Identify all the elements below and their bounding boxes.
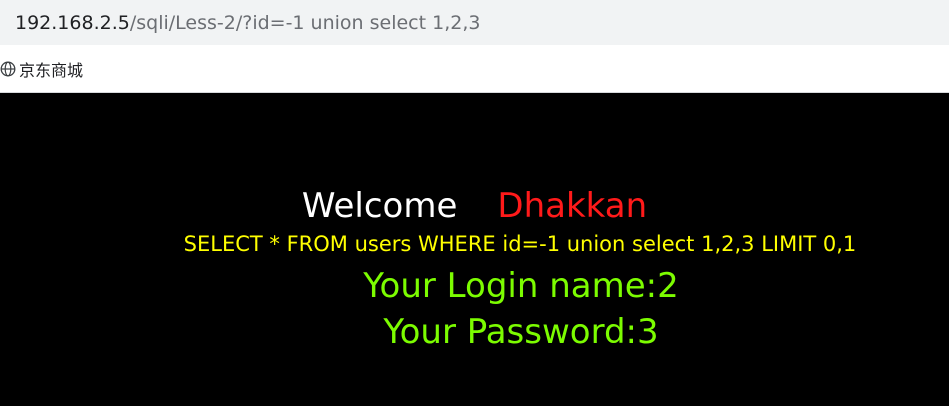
- url-path: /sqli/Less-2/?id=-1 union select 1,2,3: [129, 11, 481, 34]
- bookmark-label: 京东商城: [19, 60, 84, 80]
- bookmarks-bar: 京东商城: [0, 45, 949, 93]
- sql-query: SELECT * FROM users WHERE id=-1 union se…: [183, 232, 857, 256]
- welcome-name: Dhakkan: [497, 186, 648, 226]
- url-host: 192.168.2.5: [15, 11, 130, 34]
- bookmark-jd[interactable]: 京东商城: [0, 54, 89, 84]
- page-content: Welcome Dhakkan SELECT * FROM users WHERE…: [0, 94, 949, 406]
- welcome-line: Welcome Dhakkan: [0, 186, 949, 226]
- password-result: Your Password:3: [383, 312, 659, 352]
- globe-icon: [0, 61, 16, 76]
- login-name-result: Your Login name:2: [363, 266, 679, 306]
- address-bar[interactable]: 192.168.2.5/sqli/Less-2/?id=-1 union sel…: [0, 0, 949, 45]
- welcome-text: Welcome: [301, 186, 458, 226]
